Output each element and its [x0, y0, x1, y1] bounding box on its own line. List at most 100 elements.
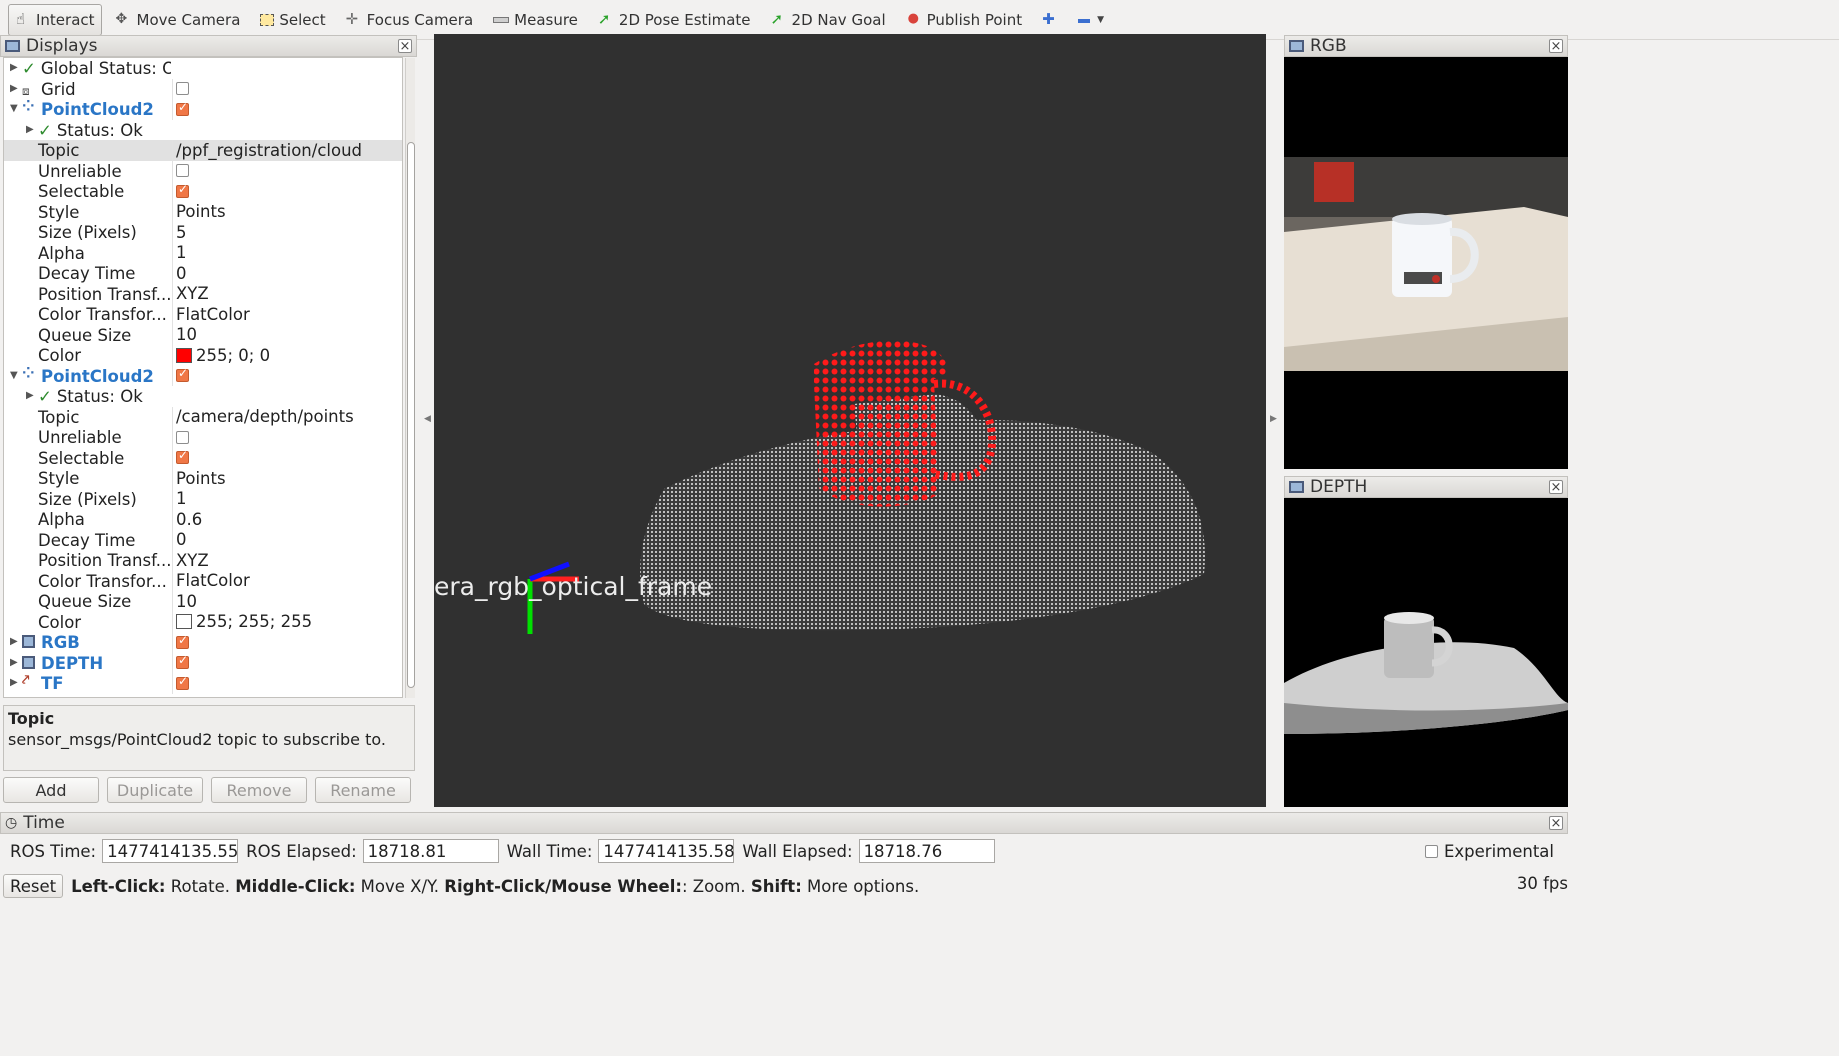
add-tool-button[interactable]: [1036, 4, 1064, 36]
topic-value[interactable]: /ppf_registration/cloud: [172, 140, 402, 161]
tree-row-tf[interactable]: ▶ TF: [4, 673, 402, 694]
render-3d-view[interactable]: era_rgb_optical_frame: [434, 34, 1266, 807]
publish-point-tool[interactable]: Publish Point: [900, 4, 1028, 36]
tf-enabled-checkbox[interactable]: [176, 674, 189, 690]
tree-row-color[interactable]: Color 255; 255; 255: [4, 611, 402, 632]
depth-enabled-checkbox[interactable]: [176, 653, 189, 670]
tree-row-decay-time[interactable]: Decay Time 0: [4, 263, 402, 284]
collapse-arrow-icon[interactable]: ▼: [10, 370, 18, 381]
tree-row-style[interactable]: Style Points: [4, 201, 402, 222]
select-tool[interactable]: Select: [254, 4, 331, 36]
tree-row-topic[interactable]: Topic /ppf_registration/cloud: [4, 140, 402, 161]
tree-row-pointcloud2-a[interactable]: ▼ PointCloud2: [4, 99, 402, 120]
expand-arrow-icon[interactable]: ▶: [10, 83, 18, 94]
measure-tool[interactable]: Measure: [487, 4, 584, 36]
tree-row-decay-time[interactable]: Decay Time 0: [4, 529, 402, 550]
tree-row-size[interactable]: Size (Pixels) 5: [4, 222, 402, 243]
color-transformer-value[interactable]: FlatColor: [172, 304, 402, 325]
tree-row-queue-size[interactable]: Queue Size 10: [4, 324, 402, 345]
ros-time-field[interactable]: 1477414135.55: [102, 839, 238, 863]
selectable-checkbox[interactable]: [176, 182, 189, 198]
color-swatch[interactable]: [176, 614, 192, 630]
tree-row-pointcloud2-b[interactable]: ▼ PointCloud2: [4, 365, 402, 386]
rename-button[interactable]: Rename: [315, 777, 411, 803]
unreliable-checkbox[interactable]: [176, 164, 189, 178]
tree-row-color[interactable]: Color 255; 0; 0: [4, 345, 402, 366]
collapse-arrow-icon[interactable]: ▼: [10, 103, 18, 114]
tree-row-grid[interactable]: ▶ ⧈ Grid: [4, 78, 402, 99]
tree-row-position-transformer[interactable]: Position Transf... XYZ: [4, 283, 402, 304]
reset-button[interactable]: Reset: [3, 874, 64, 898]
decay-time-value[interactable]: 0: [172, 529, 402, 550]
focus-camera-tool[interactable]: Focus Camera: [340, 4, 479, 36]
expand-arrow-icon[interactable]: ▶: [10, 636, 18, 647]
experimental-toggle[interactable]: Experimental: [1424, 842, 1554, 861]
alpha-value[interactable]: 0.6: [172, 509, 402, 530]
tree-row-color-transformer[interactable]: Color Transfor... FlatColor: [4, 570, 402, 591]
tree-row-queue-size[interactable]: Queue Size 10: [4, 591, 402, 612]
selectable-checkbox[interactable]: [176, 448, 189, 465]
interact-tool[interactable]: Interact: [8, 3, 102, 36]
tree-row-alpha[interactable]: Alpha 1: [4, 242, 402, 263]
pose-estimate-tool[interactable]: 2D Pose Estimate: [592, 4, 757, 36]
position-transformer-value[interactable]: XYZ: [172, 283, 402, 304]
close-icon[interactable]: ×: [1549, 480, 1563, 494]
position-transformer-value[interactable]: XYZ: [172, 550, 402, 571]
queue-size-value[interactable]: 10: [172, 591, 402, 612]
unreliable-checkbox[interactable]: [176, 430, 189, 444]
size-value[interactable]: 1: [172, 488, 402, 509]
tree-row-global-status[interactable]: ▶ ✓ Global Status: Ok: [4, 58, 402, 79]
close-icon[interactable]: ×: [1549, 39, 1563, 53]
focus-icon: [346, 10, 362, 28]
wall-time-field[interactable]: 1477414135.58: [598, 839, 735, 863]
tree-row-color-transformer[interactable]: Color Transfor... FlatColor: [4, 304, 402, 325]
expand-arrow-icon[interactable]: ▶: [10, 62, 18, 73]
pointcloud2-b-enabled-checkbox[interactable]: [176, 366, 189, 383]
size-value[interactable]: 5: [172, 222, 402, 243]
grid-enabled-checkbox[interactable]: [176, 82, 189, 96]
experimental-checkbox[interactable]: [1424, 845, 1438, 858]
remove-tool-button[interactable]: ▼: [1072, 4, 1110, 36]
rgb-enabled-checkbox[interactable]: [176, 633, 189, 649]
move-camera-tool[interactable]: Move Camera: [110, 4, 247, 36]
decay-time-value[interactable]: 0: [172, 263, 402, 284]
tree-row-alpha[interactable]: Alpha 0.6: [4, 509, 402, 530]
alpha-value[interactable]: 1: [172, 242, 402, 263]
tree-row-selectable[interactable]: Selectable: [4, 181, 402, 202]
color-swatch[interactable]: [176, 347, 192, 363]
tree-row-position-transformer[interactable]: Position Transf... XYZ: [4, 550, 402, 571]
left-splitter-arrow-icon[interactable]: ◀: [424, 414, 431, 424]
expand-arrow-icon[interactable]: ▶: [10, 677, 18, 688]
style-value[interactable]: Points: [172, 468, 402, 489]
tree-row-style[interactable]: Style Points: [4, 468, 402, 489]
close-icon[interactable]: ×: [398, 39, 412, 53]
remove-button[interactable]: Remove: [211, 777, 307, 803]
tree-row-status[interactable]: ▶ ✓ Status: Ok: [4, 120, 402, 141]
tree-row-depth[interactable]: ▶ DEPTH: [4, 652, 402, 673]
duplicate-button[interactable]: Duplicate: [107, 777, 203, 803]
ros-elapsed-field[interactable]: 18718.81: [362, 839, 499, 863]
expand-arrow-icon[interactable]: ▶: [26, 390, 34, 401]
tree-row-rgb[interactable]: ▶ RGB: [4, 632, 402, 653]
tree-row-unreliable[interactable]: Unreliable: [4, 427, 402, 448]
tree-row-selectable[interactable]: Selectable: [4, 447, 402, 468]
tree-row-status[interactable]: ▶ ✓ Status: Ok: [4, 386, 402, 407]
expand-arrow-icon[interactable]: ▶: [10, 657, 18, 668]
topic-value[interactable]: /camera/depth/points: [172, 406, 402, 427]
right-splitter-arrow-icon[interactable]: ▶: [1270, 414, 1277, 424]
tree-row-topic[interactable]: Topic /camera/depth/points: [4, 406, 402, 427]
close-icon[interactable]: ×: [1549, 816, 1563, 830]
wall-elapsed-field[interactable]: 18718.76: [858, 839, 995, 863]
style-value[interactable]: Points: [172, 201, 402, 222]
tf-axes-icon: [22, 673, 35, 689]
scrollbar-thumb[interactable]: [407, 142, 415, 688]
nav-goal-tool[interactable]: 2D Nav Goal: [765, 4, 892, 36]
color-transformer-value[interactable]: FlatColor: [172, 570, 402, 591]
displays-scrollbar[interactable]: [405, 58, 415, 698]
queue-size-value[interactable]: 10: [172, 324, 402, 345]
tree-row-size[interactable]: Size (Pixels) 1: [4, 488, 402, 509]
expand-arrow-icon[interactable]: ▶: [26, 124, 34, 135]
add-button[interactable]: Add: [3, 777, 99, 803]
pointcloud2-a-enabled-checkbox[interactable]: [176, 100, 189, 116]
tree-row-unreliable[interactable]: Unreliable: [4, 160, 402, 181]
